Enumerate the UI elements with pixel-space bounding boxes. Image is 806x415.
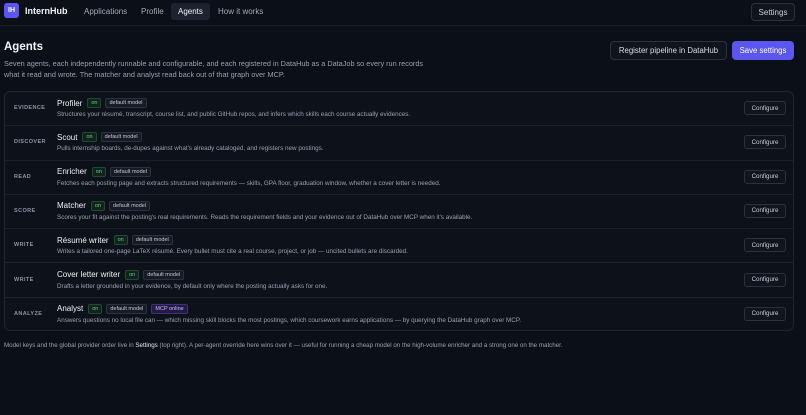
model-badge: default model <box>100 132 142 143</box>
agent-row-enricher: READ Enricher on default model Fetches e… <box>5 161 793 195</box>
agent-row-resume-writer: WRITE Résumé writer on default model Wri… <box>5 229 793 264</box>
status-badge[interactable]: on <box>82 132 97 143</box>
agent-description: Scores your fit against the posting's re… <box>57 213 473 221</box>
agent-stage: EVIDENCE <box>14 105 46 111</box>
footnote-text: Model keys and the global provider order… <box>4 342 136 349</box>
app-name: InternHub <box>25 6 68 16</box>
configure-button[interactable]: Configure <box>744 101 786 115</box>
agent-name: Profiler <box>57 98 83 108</box>
status-badge[interactable]: on <box>91 166 106 177</box>
agent-name: Cover letter writer <box>57 270 121 279</box>
mcp-status-badge: MCP online <box>151 303 188 314</box>
page-title: Agents <box>4 41 43 53</box>
agent-list: EVIDENCE Profiler on default model Struc… <box>4 91 794 331</box>
agent-row-profiler: EVIDENCE Profiler on default model Struc… <box>5 92 793 127</box>
configure-button[interactable]: Configure <box>744 203 786 218</box>
configure-button[interactable]: Configure <box>744 272 786 287</box>
agent-name: Scout <box>57 132 78 142</box>
agent-description: Answers questions no local file can — wh… <box>57 316 521 324</box>
status-badge[interactable]: on <box>90 200 106 211</box>
agent-stage: WRITE <box>14 276 34 283</box>
model-badge: default model <box>131 235 173 246</box>
status-badge[interactable]: on <box>87 98 102 108</box>
tab-how-it-works[interactable]: How it works <box>211 3 270 20</box>
register-pipeline-button[interactable]: Register pipeline in DataHub <box>610 41 727 60</box>
model-badge: default model <box>105 98 147 108</box>
agent-name: Matcher <box>57 201 86 211</box>
agent-row-matcher: SCORE Matcher on default model Scores yo… <box>5 195 793 230</box>
agent-stage: READ <box>14 173 32 180</box>
agent-description: Fetches each posting page and extracts s… <box>57 179 441 187</box>
settings-button[interactable]: Settings <box>751 3 795 21</box>
configure-button[interactable]: Configure <box>744 169 786 184</box>
tab-agents[interactable]: Agents <box>171 3 210 20</box>
model-badge: default model <box>109 200 151 211</box>
tab-applications[interactable]: Applications <box>77 3 134 20</box>
agent-name: Résumé writer <box>57 235 109 245</box>
agent-row-scout: DISCOVER Scout on default model Pulls in… <box>5 126 793 161</box>
model-badge: default model <box>143 269 185 280</box>
footnote: Model keys and the global provider order… <box>4 342 784 349</box>
agent-stage: DISCOVER <box>14 139 46 146</box>
agent-stage: SCORE <box>14 207 36 214</box>
footnote-text-rest: (top right). A per-agent override here w… <box>157 342 563 349</box>
agent-stage: WRITE <box>14 242 34 249</box>
agent-description: Pulls internship boards, de-dupes agains… <box>57 145 324 153</box>
configure-button[interactable]: Configure <box>744 135 786 150</box>
save-settings-button[interactable]: Save settings <box>732 41 794 60</box>
agent-description: Structures your résumé, transcript, cour… <box>57 111 411 118</box>
agent-stage: ANALYZE <box>14 310 43 317</box>
model-badge: default model <box>109 166 151 177</box>
tab-profile[interactable]: Profile <box>134 3 171 20</box>
configure-button[interactable]: Configure <box>744 306 786 321</box>
agent-row-analyst: ANALYZE Analyst on default model MCP onl… <box>5 298 793 330</box>
status-badge[interactable]: on <box>113 235 128 246</box>
settings-link[interactable]: Settings <box>135 342 157 349</box>
agent-description: Drafts a letter grounded in your evidenc… <box>57 282 328 290</box>
model-badge: default model <box>106 303 148 314</box>
app-logo: IH <box>4 3 19 18</box>
agent-name: Enricher <box>57 167 87 177</box>
page-description: Seven agents, each independently runnabl… <box>4 59 424 79</box>
agent-name: Analyst <box>57 304 84 314</box>
top-nav: IH InternHub Applications Profile Agents… <box>0 0 806 26</box>
agent-row-cover-letter-writer: WRITE Cover letter writer on default mod… <box>5 264 793 298</box>
status-badge[interactable]: on <box>125 269 140 280</box>
status-badge[interactable]: on <box>88 303 103 314</box>
agent-description: Writes a tailored one-page LaTeX résumé.… <box>57 248 408 256</box>
configure-button[interactable]: Configure <box>744 238 786 253</box>
